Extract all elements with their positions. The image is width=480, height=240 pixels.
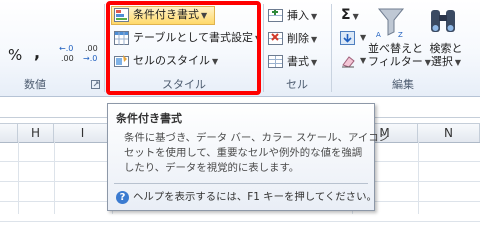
- screentip-divider: [114, 183, 368, 184]
- insert-cells-icon: [268, 9, 283, 22]
- sort-filter-label-2: フィルター: [368, 55, 423, 68]
- chevron-down-icon[interactable]: ▼: [360, 33, 366, 42]
- column-header-h[interactable]: H: [18, 124, 54, 142]
- help-icon: ?: [116, 190, 129, 204]
- delete-button[interactable]: 削除 ▼: [287, 30, 317, 48]
- find-select-button[interactable]: 検索と 選択 ▼: [424, 42, 468, 69]
- delete-label: 削除: [287, 32, 309, 45]
- chevron-down-icon: ▼: [454, 58, 462, 67]
- chevron-down-icon: ▼: [352, 12, 359, 21]
- insert-button[interactable]: 挿入 ▼: [287, 7, 317, 25]
- svg-text:←.0: ←.0: [59, 44, 73, 53]
- column-header-n[interactable]: N: [418, 124, 480, 142]
- cells-group-label: セル: [286, 78, 308, 91]
- select-all-corner[interactable]: [0, 124, 18, 142]
- fill-icon[interactable]: [340, 31, 356, 46]
- screentip-line: セットを使用して、重要なセルや例外的な値を強調: [124, 147, 363, 159]
- find-select-label-2: 選択: [430, 55, 453, 68]
- screentip-title: 条件付き書式: [116, 112, 182, 125]
- increase-decimal-icon[interactable]: ←.0 .00: [58, 42, 80, 64]
- format-label: 書式: [287, 55, 309, 68]
- ribbon: % , ←.0 .00 .00 →.0 数値 条件付き書式 ▼ テーブルとして書…: [0, 0, 480, 97]
- number-group-label: 数値: [24, 78, 46, 91]
- svg-text:.00: .00: [85, 44, 98, 53]
- screentip-body: 条件に基づき、データ バー、カラー スケール、アイコン セットを使用して、重要な…: [124, 131, 390, 176]
- delete-cells-icon: [268, 32, 283, 45]
- highlight-box: [106, 1, 261, 95]
- screentip-help: ? ヘルプを表示するには、F1 キーを押してください。: [116, 189, 377, 205]
- dialog-launcher-icon[interactable]: [91, 80, 101, 90]
- editing-group-label: 編集: [392, 78, 414, 91]
- format-button[interactable]: 書式 ▼: [287, 53, 317, 71]
- sigma-icon: Σ: [341, 7, 351, 23]
- format-cells-icon: [268, 55, 283, 68]
- svg-text:A: A: [376, 31, 381, 38]
- sort-filter-icon: A Z: [376, 8, 405, 38]
- chevron-down-icon: ▼: [311, 58, 318, 67]
- screentip-help-text: ヘルプを表示するには、F1 キーを押してください。: [133, 191, 377, 203]
- autosum-button[interactable]: Σ ▼: [341, 6, 359, 24]
- svg-text:.00: .00: [61, 54, 74, 63]
- grid-column-line: [418, 141, 419, 214]
- grid-column-line: [54, 141, 55, 214]
- group-separator: [331, 4, 332, 92]
- screentip-line: したり、データを視覚的に表します。: [124, 162, 300, 174]
- group-separator: [104, 4, 105, 92]
- column-header-i[interactable]: I: [54, 124, 112, 142]
- insert-label: 挿入: [287, 9, 309, 22]
- screentip-line: 条件に基づき、データ バー、カラー スケール、アイコン: [124, 132, 390, 144]
- sort-filter-button[interactable]: 並べ替えと フィルター ▼: [368, 42, 431, 69]
- comma-style-button[interactable]: ,: [34, 44, 40, 62]
- group-separator: [263, 4, 264, 92]
- find-select-label-1: 検索と: [429, 42, 463, 55]
- sort-filter-label-1: 並べ替えと: [368, 42, 423, 55]
- svg-text:→.0: →.0: [83, 54, 97, 63]
- percent-style-button[interactable]: %: [8, 46, 22, 64]
- screentip: 条件付き書式 条件に基づき、データ バー、カラー スケール、アイコン セットを使…: [107, 103, 390, 211]
- decrease-decimal-icon[interactable]: .00 →.0: [82, 42, 104, 64]
- svg-text:Z: Z: [398, 31, 403, 38]
- chevron-down-icon: ▼: [311, 12, 318, 21]
- chevron-down-icon: ▼: [311, 35, 318, 44]
- grid-column-line: [18, 141, 19, 214]
- chevron-down-icon[interactable]: ▼: [360, 56, 366, 65]
- binoculars-icon: [431, 10, 455, 32]
- clear-icon[interactable]: [340, 54, 356, 68]
